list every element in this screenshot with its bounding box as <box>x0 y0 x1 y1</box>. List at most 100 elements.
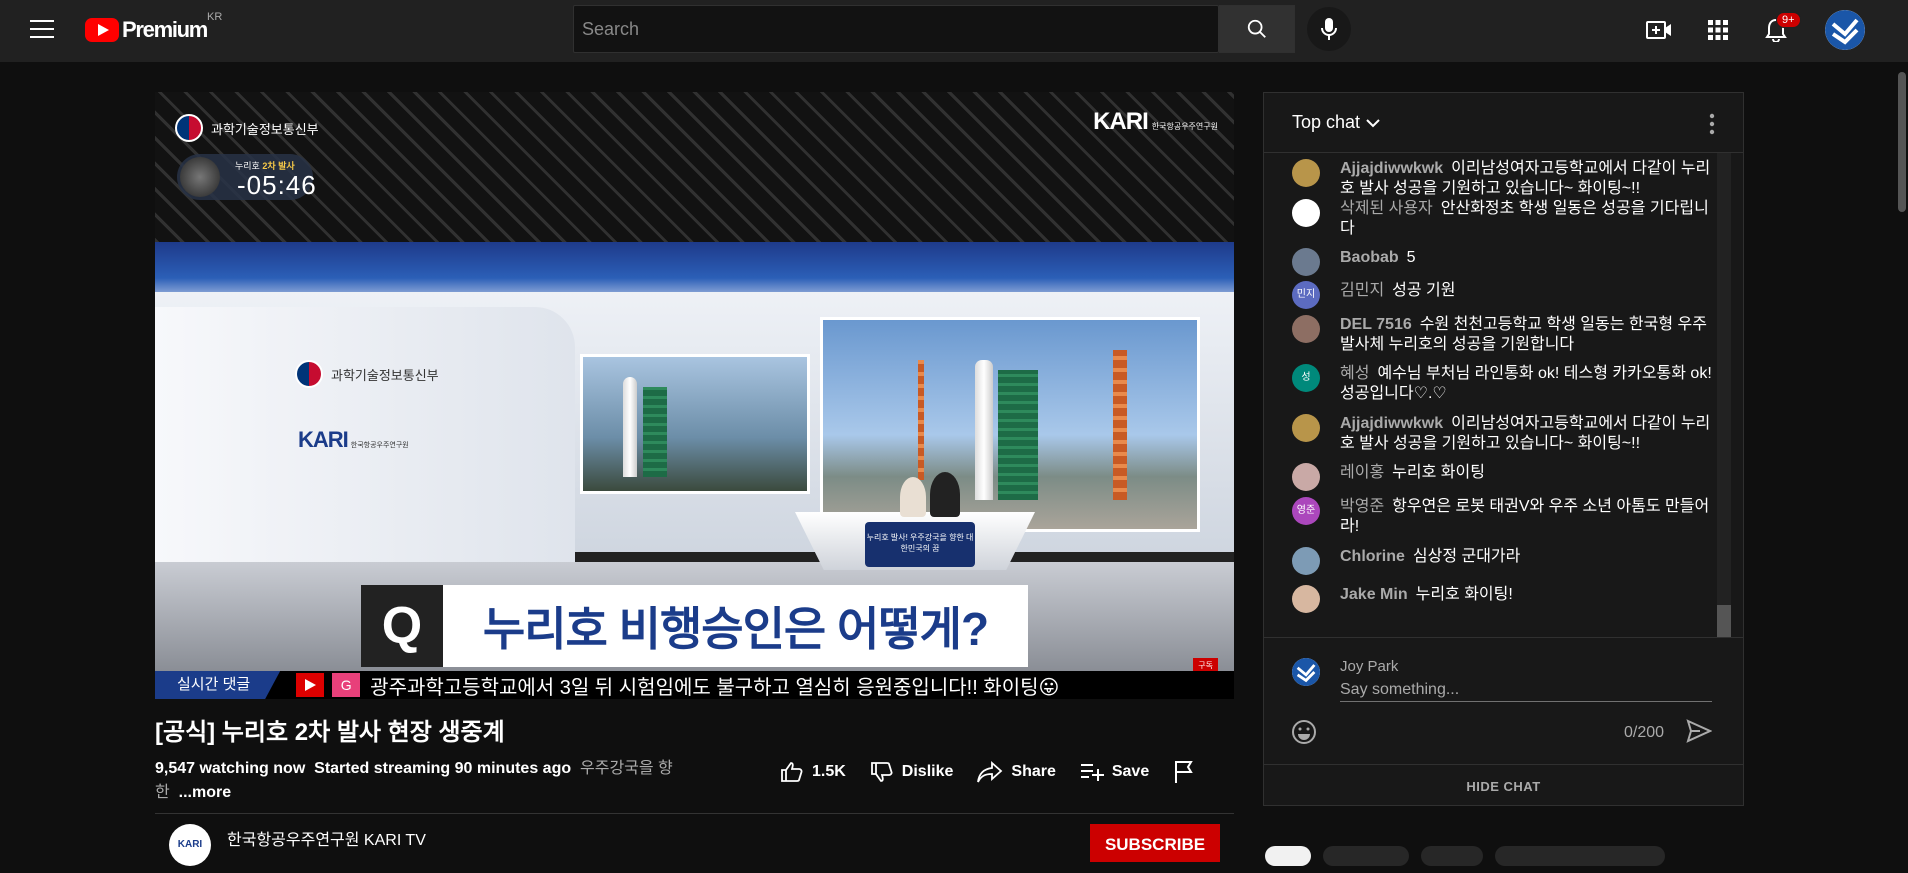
youtube-premium-logo[interactable]: Premium KR <box>85 11 222 43</box>
question-mark: Q <box>361 585 443 667</box>
account-avatar[interactable] <box>1825 10 1865 50</box>
chat-author-name[interactable]: 김민지 <box>1340 282 1384 299</box>
video-player[interactable]: 누리호 발사! 우주강국을 향한 대한민국의 꿈 과학기술정보통신부 KARI 한… <box>155 92 1234 699</box>
chat-author-name[interactable]: DEL 7516 <box>1340 316 1412 333</box>
microphone-icon <box>1321 18 1337 40</box>
chat-author-name[interactable]: Ajjajdiwwkwk <box>1340 415 1443 432</box>
search-input[interactable] <box>574 6 1218 52</box>
create-video-button[interactable] <box>1644 15 1674 45</box>
share-icon <box>977 761 1003 783</box>
chat-author-name[interactable]: 레이홍 <box>1340 464 1384 481</box>
ticker-text: 광주과학고등학교에서 3일 뒤 시험임에도 불구하고 열심히 응원중입니다!! … <box>370 676 1060 699</box>
share-label: Share <box>1011 763 1056 780</box>
chat-author-avatar <box>1292 159 1320 187</box>
chat-message-body: 박영준 항우연은 로봇 태권V와 우주 소년 아톰도 만들어라! <box>1340 497 1712 537</box>
wall-kari-sub: 한국항공우주연구원 <box>350 442 409 449</box>
ministry-logo: 과학기술정보통신부 <box>175 114 319 142</box>
chat-message[interactable]: 레이홍 누리호 화이팅 <box>1292 463 1712 491</box>
launch-countdown: 누리호 2차 발사 -05:46 <box>177 154 316 200</box>
chat-message-text: 5 <box>1406 249 1416 266</box>
chat-author-avatar <box>1292 414 1320 442</box>
region-code: KR <box>207 11 223 23</box>
chat-message-text: 누리호 화이팅! <box>1415 586 1513 603</box>
wall-kari-logo: KARI 한국항공우주연구원 <box>298 427 409 453</box>
chat-message-body: 김민지 성공 기원 <box>1340 281 1712 301</box>
chat-messages[interactable]: Ajjajdiwwkwk 이리남성여자고등학교에서 다같이 누리호 발사 성공을 … <box>1264 153 1719 637</box>
chat-message-input[interactable] <box>1340 678 1712 701</box>
chat-message-text: 누리호 화이팅 <box>1392 464 1485 481</box>
chat-author-name[interactable]: 삭제된 사용자 <box>1340 200 1433 217</box>
chat-message[interactable]: Ajjajdiwwkwk 이리남성여자고등학교에서 다같이 누리호 발사 성공을 … <box>1292 414 1712 454</box>
chat-header: Top chat <box>1264 93 1743 153</box>
save-button[interactable]: Save <box>1080 761 1149 783</box>
user-name: Joy Park <box>1340 658 1399 675</box>
report-button[interactable] <box>1173 760 1203 784</box>
channel-avatar[interactable]: KARI <box>169 824 211 866</box>
menu-icon[interactable] <box>30 20 54 38</box>
countdown-time: -05:46 <box>237 170 317 200</box>
chat-author-name[interactable]: 혜성 <box>1340 365 1369 382</box>
rocket-image <box>975 360 993 500</box>
voice-search-button[interactable] <box>1307 7 1351 51</box>
chat-author-name[interactable]: Jake Min <box>1340 586 1408 603</box>
chat-message[interactable]: Jake Min 누리호 화이팅! <box>1292 585 1712 613</box>
chat-message[interactable]: 삭제된 사용자 안산화정초 학생 일동은 성공을 기다립니다 <box>1292 199 1712 239</box>
video-title: [공식] 누리호 2차 발사 현장 생중계 <box>155 719 505 746</box>
send-button[interactable] <box>1686 718 1713 749</box>
watching-count: 9,547 watching now <box>155 760 306 777</box>
chat-author-name[interactable]: Chlorine <box>1340 548 1405 565</box>
search-box <box>573 5 1219 53</box>
character-counter: 0/200 <box>1624 724 1665 741</box>
anchor-person <box>930 472 960 517</box>
red-tower <box>918 360 924 480</box>
chat-mode-dropdown[interactable]: Top chat <box>1292 112 1382 133</box>
chat-message-body: DEL 7516 수원 천천고등학교 학생 일동는 한국형 우주발사체 누리호의 … <box>1340 315 1712 355</box>
chat-message-body: Jake Min 누리호 화이팅! <box>1340 585 1712 605</box>
chat-message[interactable]: 영준 박영준 항우연은 로봇 태권V와 우주 소년 아톰도 만들어라! <box>1292 497 1712 537</box>
chat-message-body: Baobab 5 <box>1340 248 1712 268</box>
chat-author-name[interactable]: 박영준 <box>1340 498 1384 515</box>
chat-message[interactable]: DEL 7516 수원 천천고등학교 학생 일동는 한국형 우주발사체 누리호의 … <box>1292 315 1712 355</box>
share-button[interactable]: Share <box>977 761 1056 783</box>
chat-author-name[interactable]: Ajjajdiwwkwk <box>1340 160 1443 177</box>
page-scrollbar-thumb[interactable] <box>1898 72 1906 212</box>
apps-button[interactable] <box>1703 15 1733 45</box>
chat-scrollbar-thumb[interactable] <box>1717 605 1731 637</box>
chat-message-body: 삭제된 사용자 안산화정초 학생 일동은 성공을 기다립니다 <box>1340 199 1712 239</box>
filter-chip[interactable] <box>1421 846 1483 866</box>
chat-input-field <box>1340 678 1712 702</box>
subscribe-button[interactable]: SUBSCRIBE <box>1090 824 1220 862</box>
more-vertical-icon <box>1709 113 1715 135</box>
chat-message[interactable]: 성 혜성 예수님 부처님 라인통화 ok! 테스형 카카오통화 ok! 성공입니다♡… <box>1292 364 1712 404</box>
chat-message-body: Chlorine 심상정 군대가라 <box>1340 547 1712 567</box>
chat-scrollbar[interactable] <box>1717 153 1731 637</box>
studio-screen-right <box>820 317 1200 532</box>
filter-chip[interactable] <box>1265 846 1311 866</box>
launch-tower <box>998 370 1038 500</box>
chat-message[interactable]: 민지 김민지 성공 기원 <box>1292 281 1712 309</box>
desk-panel: 누리호 발사! 우주강국을 향한 대한민국의 꿈 <box>865 522 975 567</box>
hide-chat-button[interactable]: HIDE CHAT <box>1264 764 1743 808</box>
emoji-button[interactable] <box>1290 718 1318 751</box>
chat-message[interactable]: Baobab 5 <box>1292 248 1712 276</box>
chat-author-name[interactable]: Baobab <box>1340 249 1399 266</box>
page-scrollbar[interactable] <box>1896 62 1908 853</box>
chat-message[interactable]: Ajjajdiwwkwk 이리남성여자고등학교에서 다같이 누리호 발사 성공을 … <box>1292 159 1712 199</box>
like-button[interactable]: 1.5K <box>780 760 846 784</box>
notification-badge: 9+ <box>1776 12 1801 28</box>
chat-more-button[interactable] <box>1709 113 1715 140</box>
video-description[interactable]: 9,547 watching now Started streaming 90 … <box>155 757 685 805</box>
more-link[interactable]: ...more <box>179 784 231 801</box>
filter-chip[interactable] <box>1323 846 1409 866</box>
rocket-icon <box>180 157 220 197</box>
live-chat-panel: Top chat Ajjajdiwwkwk 이리남성여자고등학교에서 다같이 누리… <box>1263 92 1744 806</box>
filter-chip[interactable] <box>1495 846 1665 866</box>
chat-author-avatar <box>1292 463 1320 491</box>
chat-message[interactable]: Chlorine 심상정 군대가라 <box>1292 547 1712 575</box>
search-button[interactable] <box>1219 5 1295 53</box>
thumbs-up-icon <box>781 762 803 782</box>
chat-message-text: 심상정 군대가라 <box>1412 548 1521 565</box>
dislike-button[interactable]: Dislike <box>870 760 953 784</box>
channel-name[interactable]: 한국항공우주연구원 KARI TV <box>227 826 426 850</box>
chat-author-avatar <box>1292 315 1320 343</box>
